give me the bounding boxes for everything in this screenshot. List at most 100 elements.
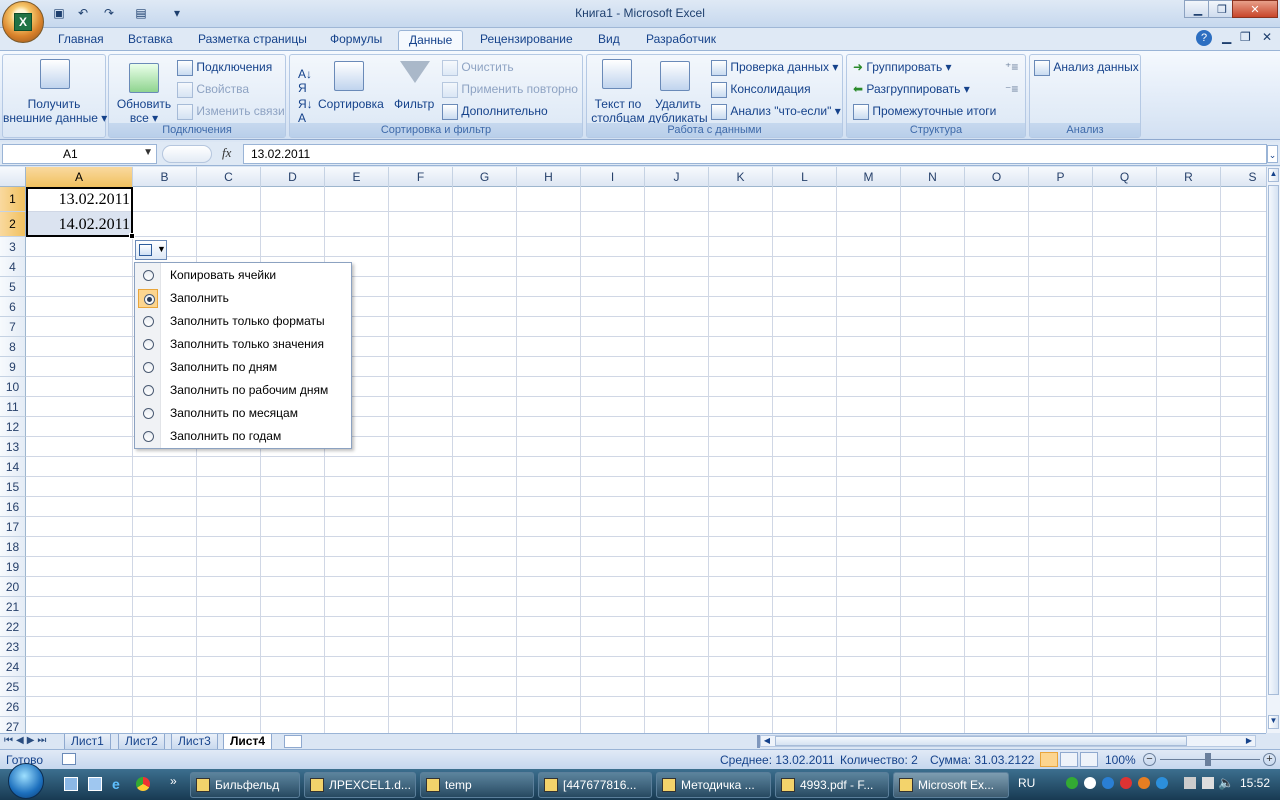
normal-view-icon[interactable] [1040, 752, 1058, 767]
office-button[interactable]: X [2, 1, 44, 43]
tray-volume-icon[interactable]: 🔈 [1218, 775, 1234, 791]
column-header-O[interactable]: O [965, 167, 1029, 187]
row-header-24[interactable]: 24 [0, 657, 26, 677]
get-external-data-button[interactable]: Получить внешние данные ▾ [3, 97, 107, 125]
sheet-navigation-icons[interactable]: ⏮◀▶⏭ [4, 735, 49, 746]
group-button[interactable]: ➜ Группировать ▾ [853, 60, 952, 74]
column-header-Q[interactable]: Q [1093, 167, 1157, 187]
row-header-16[interactable]: 16 [0, 497, 26, 517]
row-header-5[interactable]: 5 [0, 277, 26, 297]
taskbar-window-button[interactable]: Бильфельд [190, 772, 300, 798]
tray-network-icon[interactable] [1184, 777, 1196, 789]
internet-explorer-icon[interactable]: e [112, 776, 120, 792]
horizontal-scroll-thumb[interactable] [775, 736, 1187, 746]
data-analysis-button[interactable]: Анализ данных [1034, 60, 1139, 76]
workbook-restore-icon[interactable]: ❐ [1240, 30, 1251, 44]
show-detail-icon[interactable]: ⁺≡ [1005, 60, 1018, 74]
autofill-option[interactable]: Заполнить по дням [135, 356, 351, 379]
row-header-17[interactable]: 17 [0, 517, 26, 537]
refresh-all-button[interactable]: Обновить все ▾ [113, 97, 175, 125]
autofill-option[interactable]: Заполнить по месяцам [135, 402, 351, 425]
column-header-S[interactable]: S [1221, 167, 1266, 187]
switch-windows-icon[interactable] [88, 777, 102, 791]
filter-button[interactable]: Фильтр [394, 97, 434, 111]
sheet-tab-1[interactable]: Лист1 [64, 734, 111, 750]
tab-page-layout[interactable]: Разметка страницы [188, 30, 317, 50]
column-header-F[interactable]: F [389, 167, 453, 187]
tray-app-icon-5[interactable] [1138, 777, 1150, 789]
autofill-option[interactable]: Заполнить только форматы [135, 310, 351, 333]
tray-app-icon-3[interactable] [1102, 777, 1114, 789]
row-header-14[interactable]: 14 [0, 457, 26, 477]
row-header-26[interactable]: 26 [0, 697, 26, 717]
row-header-3[interactable]: 3 [0, 237, 26, 257]
quicklaunch-more-icon[interactable]: » [170, 774, 177, 788]
taskbar-window-button[interactable]: temp [420, 772, 534, 798]
taskbar-window-button[interactable]: [447677816... [538, 772, 652, 798]
column-header-N[interactable]: N [901, 167, 965, 187]
autofill-option[interactable]: Заполнить [135, 287, 351, 310]
tray-app-icon-4[interactable] [1120, 777, 1132, 789]
connections-button[interactable]: Подключения [177, 60, 272, 76]
tray-app-icon-2[interactable] [1084, 777, 1096, 789]
tab-developer[interactable]: Разработчик [636, 30, 726, 50]
clock[interactable]: 15:52 [1240, 776, 1270, 790]
save-icon[interactable]: ▣ [50, 5, 68, 21]
row-header-18[interactable]: 18 [0, 537, 26, 557]
sort-za-icon[interactable]: Я↓ А [298, 97, 313, 125]
language-indicator[interactable]: RU [1018, 776, 1035, 790]
row-header-6[interactable]: 6 [0, 297, 26, 317]
text-to-columns-button[interactable]: Текст по столбцам [589, 97, 647, 125]
name-box[interactable]: A1 ▼ [2, 144, 157, 164]
zoom-slider-thumb[interactable] [1205, 753, 1211, 766]
tab-insert[interactable]: Вставка [118, 30, 183, 50]
page-layout-view-icon[interactable] [1060, 752, 1078, 767]
row-header-22[interactable]: 22 [0, 617, 26, 637]
data-validation-button[interactable]: Проверка данных ▾ [711, 60, 838, 76]
ungroup-button[interactable]: ⬅ Разгруппировать ▾ [853, 82, 970, 96]
formula-input[interactable]: 13.02.2011 [243, 144, 1267, 164]
tab-home[interactable]: Главная [48, 30, 114, 50]
workbook-close-icon[interactable]: ✕ [1262, 30, 1272, 44]
name-box-dropdown-icon[interactable]: ▼ [143, 147, 153, 158]
taskbar-window-button[interactable]: ЛРEXCEL1.d... [304, 772, 416, 798]
column-header-M[interactable]: M [837, 167, 901, 187]
vertical-scrollbar[interactable]: ▲ ▼ [1266, 167, 1280, 733]
column-header-C[interactable]: C [197, 167, 261, 187]
scroll-up-icon[interactable]: ▲ [1268, 168, 1279, 182]
sort-az-icon[interactable]: А↓ Я [298, 67, 312, 95]
row-header-25[interactable]: 25 [0, 677, 26, 697]
undo-icon[interactable]: ↶ [74, 5, 92, 21]
sort-button[interactable]: Сортировка [318, 97, 384, 111]
row-header-27[interactable]: 27 [0, 717, 26, 733]
row-header-12[interactable]: 12 [0, 417, 26, 437]
row-header-20[interactable]: 20 [0, 577, 26, 597]
row-header-13[interactable]: 13 [0, 437, 26, 457]
autofill-option[interactable]: Заполнить только значения [135, 333, 351, 356]
help-icon[interactable]: ? [1196, 30, 1212, 46]
column-header-D[interactable]: D [261, 167, 325, 187]
horizontal-scrollbar[interactable]: ◀ ▶ [760, 735, 1256, 747]
row-header-21[interactable]: 21 [0, 597, 26, 617]
tab-formulas[interactable]: Формулы [320, 30, 392, 50]
tray-app-icon-1[interactable] [1066, 777, 1078, 789]
taskbar-window-button[interactable]: 4993.pdf - F... [775, 772, 889, 798]
column-header-E[interactable]: E [325, 167, 389, 187]
remove-duplicates-button[interactable]: Удалить дубликаты [647, 97, 709, 125]
taskbar-window-button[interactable]: Microsoft Ex... [893, 772, 1009, 798]
column-header-H[interactable]: H [517, 167, 581, 187]
row-header-4[interactable]: 4 [0, 257, 26, 277]
scroll-right-icon[interactable]: ▶ [1243, 736, 1255, 746]
column-header-J[interactable]: J [645, 167, 709, 187]
worksheet-grid[interactable]: ABCDEFGHIJKLMNOPQRS 1 2 3 4 5 6 7 8 9 10 11 12 13 14 1… [0, 167, 1266, 733]
customize-qat-icon[interactable]: ▾ [168, 5, 186, 21]
column-header-I[interactable]: I [581, 167, 645, 187]
show-desktop-icon[interactable] [64, 777, 78, 791]
tray-app-icon-6[interactable] [1156, 777, 1168, 789]
advanced-filter-button[interactable]: Дополнительно [442, 104, 548, 120]
workbook-minimize-icon[interactable]: ▁ [1222, 30, 1231, 44]
consolidate-button[interactable]: Консолидация [711, 82, 811, 98]
autofill-option[interactable]: Заполнить по годам [135, 425, 351, 448]
macro-record-icon[interactable] [62, 753, 76, 765]
fill-handle[interactable] [129, 233, 135, 239]
